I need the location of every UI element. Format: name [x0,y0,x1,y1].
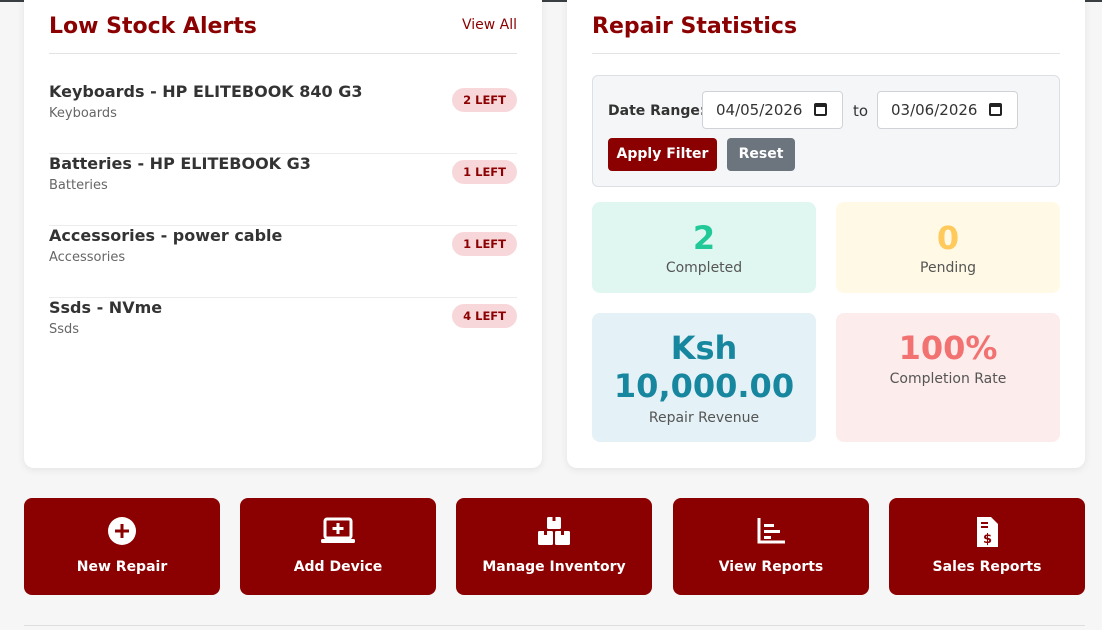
list-item[interactable]: Batteries - HP ELITEBOOK G3 Batteries 1 … [49,154,517,226]
date-from-value: 04/05/2026 [716,101,803,119]
completion-rate-label: Completion Rate [889,371,1007,387]
stock-badge: 4 LEFT [452,304,517,328]
add-device-label: Add Device [293,559,383,575]
sales-reports-button[interactable]: $ Sales Reports [889,498,1085,595]
item-name: Batteries - HP ELITEBOOK G3 [49,154,311,173]
reset-button[interactable]: Reset [727,138,795,171]
repair-stats-title: Repair Statistics [592,14,798,39]
svg-text:$: $ [983,532,992,547]
revenue-stat: Ksh 10,000.00 Repair Revenue [592,313,816,442]
low-stock-title: Low Stock Alerts [49,14,257,39]
plus-circle-icon [24,516,220,546]
low-stock-card: Low Stock Alerts View All Keyboards - HP… [24,0,542,468]
revenue-value: Ksh 10,000.00 [592,313,816,405]
completed-count: 2 [692,219,716,257]
pending-stat: 0 Pending [836,202,1060,293]
item-category: Batteries [49,178,108,193]
date-from-input[interactable]: 04/05/2026 [702,91,843,129]
list-item[interactable]: Keyboards - HP ELITEBOOK 840 G3 Keyboard… [49,82,517,154]
to-label: to [853,102,869,120]
stock-badge: 2 LEFT [452,88,517,112]
invoice-dollar-icon: $ [889,516,1085,547]
date-to-input[interactable]: 03/06/2026 [877,91,1018,129]
view-all-link[interactable]: View All [462,17,517,33]
completion-rate-stat: 100% Completion Rate [836,313,1060,442]
manage-inventory-label: Manage Inventory [482,559,626,575]
item-category: Ssds [49,322,80,337]
item-category: Accessories [49,250,126,265]
date-to-value: 03/06/2026 [891,101,978,119]
item-name: Accessories - power cable [49,226,283,245]
item-category: Keyboards [49,106,117,121]
new-repair-label: New Repair [76,559,168,575]
date-range-label: Date Range: [608,103,706,119]
list-item[interactable]: Ssds - NVme Ssds 4 LEFT [49,298,517,370]
pending-label: Pending [920,260,976,276]
apply-filter-button[interactable]: Apply Filter [608,138,717,171]
low-stock-list: Keyboards - HP ELITEBOOK 840 G3 Keyboard… [49,82,517,370]
stock-badge: 1 LEFT [452,160,517,184]
item-name: Keyboards - HP ELITEBOOK 840 G3 [49,82,363,101]
view-reports-label: View Reports [718,559,824,575]
add-device-button[interactable]: Add Device [240,498,436,595]
title-divider [592,53,1060,54]
stock-badge: 1 LEFT [452,232,517,256]
calendar-icon[interactable] [989,103,1002,116]
revenue-currency: Ksh [670,329,738,367]
revenue-label: Repair Revenue [648,410,760,426]
manage-inventory-button[interactable]: Manage Inventory [456,498,652,595]
list-item[interactable]: Accessories - power cable Accessories 1 … [49,226,517,298]
bottom-divider [24,625,1085,626]
chart-icon [673,516,869,546]
repair-stats-card: Repair Statistics Date Range: 04/05/2026… [567,0,1085,468]
calendar-icon[interactable] [814,103,827,116]
title-divider [49,53,517,54]
boxes-icon [456,516,652,546]
completion-rate-value: 100% [898,329,998,367]
new-repair-button[interactable]: New Repair [24,498,220,595]
completed-stat: 2 Completed [592,202,816,293]
sales-reports-label: Sales Reports [932,559,1042,575]
revenue-amount: 10,000.00 [613,367,795,405]
pending-count: 0 [936,219,960,257]
laptop-plus-icon [240,516,436,546]
completed-label: Completed [665,260,743,276]
date-filter: Date Range: 04/05/2026 to 03/06/2026 App… [592,75,1060,187]
view-reports-button[interactable]: View Reports [673,498,869,595]
item-name: Ssds - NVme [49,298,163,317]
